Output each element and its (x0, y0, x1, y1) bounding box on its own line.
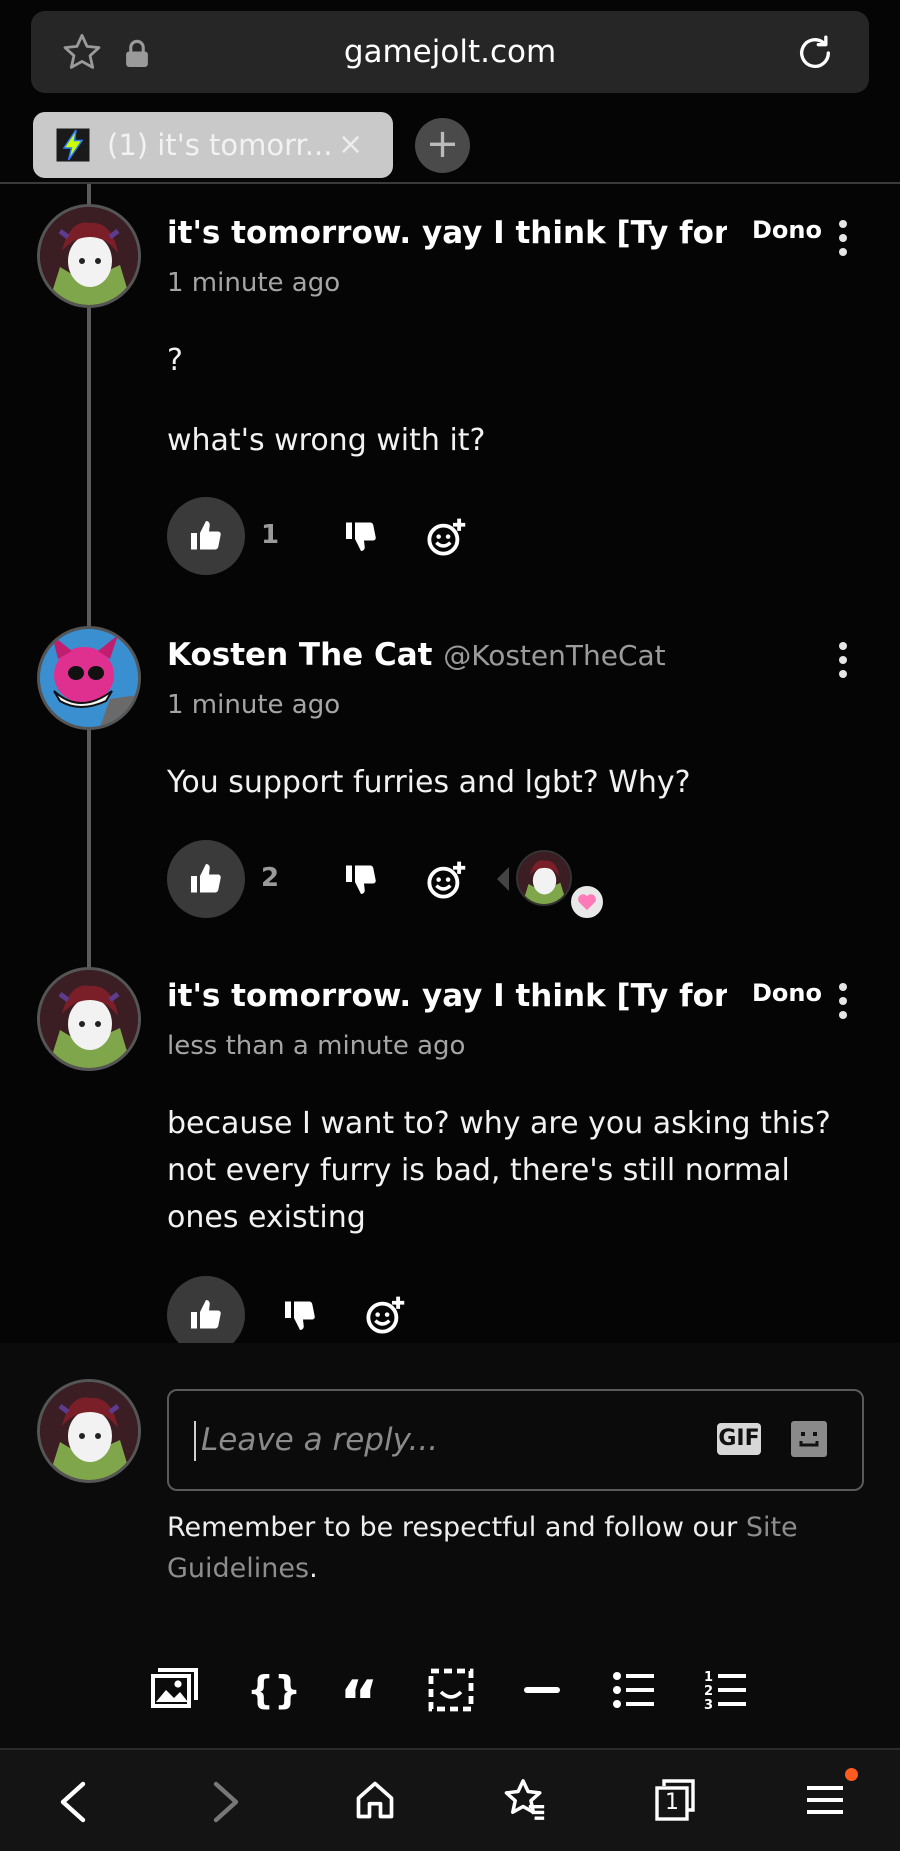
comment-line: You support furries and lgbt? Why? (167, 765, 691, 800)
comment-time: less than a minute ago (167, 1031, 466, 1061)
forward-icon[interactable] (208, 1780, 244, 1824)
emoji-picker-icon[interactable] (791, 1421, 827, 1457)
comment-line: what's wrong with it? (167, 423, 486, 458)
horizontal-rule-icon[interactable] (518, 1668, 566, 1712)
comment-time: 1 minute ago (167, 690, 341, 720)
guidelines-period: . (309, 1553, 318, 1584)
svg-text:3: 3 (704, 1698, 713, 1712)
reply-input[interactable]: Leave a reply... GIF (167, 1389, 864, 1491)
tabs-divider (0, 182, 900, 184)
tab-count: 1 (665, 1790, 679, 1815)
url-text: gamejolt.com (343, 34, 557, 70)
spoiler-icon[interactable] (427, 1668, 475, 1712)
thumbs-up-icon (191, 1300, 221, 1329)
comment-line: ? (167, 343, 183, 378)
author-handle: @KostenTheCat (443, 639, 666, 672)
avatar-image-icon (40, 629, 138, 727)
browser-tab-active[interactable]: (1) it's tomorr... × (33, 112, 393, 178)
thumbs-down-icon[interactable] (282, 1297, 318, 1333)
comment-time: 1 minute ago (167, 268, 341, 298)
dono-badge: Dono (752, 979, 822, 1007)
thumbs-up-icon (191, 864, 221, 893)
avatar[interactable] (37, 967, 141, 1071)
numbered-list-icon[interactable]: 1 2 3 (702, 1668, 750, 1712)
guidelines-notice: Remember to be respectful and follow our… (167, 1507, 807, 1589)
avatar[interactable] (37, 626, 141, 730)
like-button[interactable] (167, 840, 245, 918)
mini-avatar-icon (518, 852, 570, 904)
comment-author[interactable]: Kosten The Cat @KostenTheCat (167, 637, 727, 673)
avatar[interactable] (37, 204, 141, 308)
back-icon[interactable] (55, 1780, 91, 1824)
reload-icon[interactable] (795, 33, 835, 73)
bullet-list-icon[interactable] (610, 1668, 658, 1712)
tab-title: (1) it's tomorr... (107, 128, 333, 162)
address-bar[interactable]: gamejolt.com (31, 11, 869, 93)
menu-icon[interactable] (803, 1780, 847, 1820)
thumbs-down-icon[interactable] (343, 861, 379, 897)
browser-bottom-nav: 1 (0, 1748, 900, 1851)
like-button[interactable] (167, 497, 245, 575)
guidelines-text: Remember to be respectful and follow our (167, 1512, 746, 1543)
more-options-icon[interactable] (828, 216, 858, 260)
more-options-icon[interactable] (828, 979, 858, 1023)
author-liked-badge (568, 883, 606, 921)
current-user-avatar (37, 1379, 141, 1483)
like-count: 1 (261, 520, 280, 550)
thumbs-up-icon (191, 521, 221, 550)
code-icon[interactable]: {} (247, 1668, 301, 1712)
text-caret (194, 1421, 196, 1461)
avatar-image-icon (40, 1382, 138, 1480)
home-icon[interactable] (353, 1778, 397, 1822)
heart-icon (578, 894, 596, 911)
gamejolt-favicon-icon (56, 128, 90, 162)
comment-line: because I want to? why are you asking th… (167, 1106, 831, 1235)
bookmarks-icon[interactable] (502, 1776, 548, 1822)
like-count: 2 (261, 863, 280, 893)
reactor-pointer-icon (497, 867, 509, 891)
thumbs-down-icon[interactable] (343, 518, 379, 554)
notification-dot (845, 1768, 858, 1781)
comment-author[interactable]: it's tomorrow. yay I think [Ty for e... (167, 215, 727, 251)
reply-placeholder: Leave a reply... (201, 1422, 439, 1458)
image-icon[interactable] (150, 1668, 198, 1712)
avatar-image-icon (40, 207, 138, 305)
add-reaction-icon[interactable] (425, 516, 467, 558)
svg-text:1: 1 (704, 1670, 713, 1685)
dono-badge: Dono (752, 216, 822, 244)
more-options-icon[interactable] (828, 638, 858, 682)
new-tab-button[interactable]: + (415, 118, 470, 173)
comment-author[interactable]: it's tomorrow. yay I think [Ty for e... (167, 978, 727, 1014)
tab-close-icon[interactable]: × (338, 112, 363, 178)
quote-icon[interactable]: “ (335, 1668, 383, 1738)
add-reaction-icon[interactable] (364, 1294, 406, 1336)
emoji-face-icon (799, 1432, 819, 1447)
svg-text:2: 2 (704, 1684, 713, 1699)
gif-button[interactable]: GIF (717, 1423, 761, 1455)
author-name: Kosten The Cat (167, 637, 433, 673)
add-reaction-icon[interactable] (425, 859, 467, 901)
tabs-button[interactable]: 1 (654, 1778, 696, 1822)
avatar-image-icon (40, 970, 138, 1068)
liked-by-author-avatar[interactable] (516, 850, 572, 906)
